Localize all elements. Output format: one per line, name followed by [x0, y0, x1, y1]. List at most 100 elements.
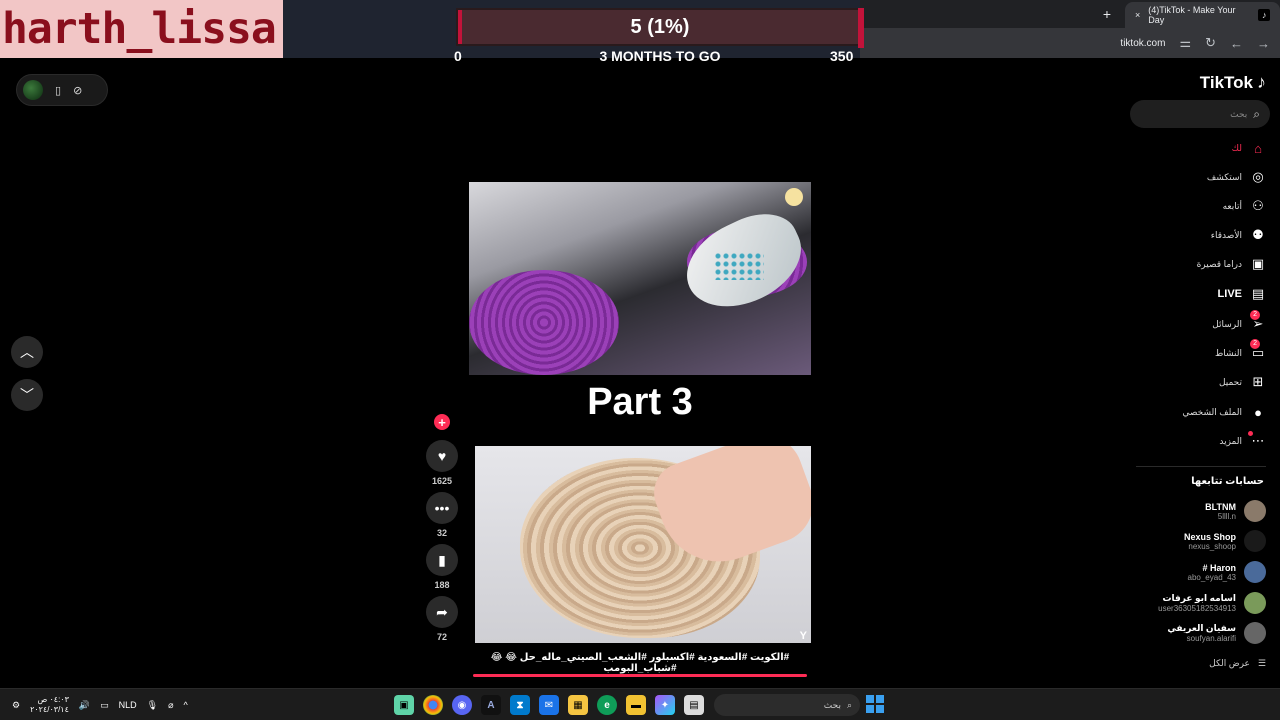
address-bar[interactable]: tiktok.com ⚌ ↻ ← →: [860, 28, 1280, 58]
edge-icon[interactable]: e: [597, 695, 617, 715]
clock[interactable]: ٠٤:٠٣ ص ٢٠٢٤/٠٣/١٤: [30, 695, 69, 715]
nav-label: الملف الشخصي: [1182, 406, 1242, 417]
avatar: [1244, 592, 1266, 614]
account-item[interactable]: Haron # abo_eyad_43: [1188, 561, 1266, 583]
browser-tab-tiktok[interactable]: × (4)TikTok - Make Your Day ♪: [1125, 2, 1280, 28]
mobile-icon[interactable]: ▯: [55, 84, 61, 97]
url-text[interactable]: tiktok.com: [1120, 38, 1165, 49]
copilot-icon[interactable]: ✦: [655, 695, 675, 715]
folder-icon[interactable]: ▬: [626, 695, 646, 715]
clock-time: ٠٤:٠٣ ص: [37, 695, 69, 704]
follow-button[interactable]: +: [434, 414, 450, 430]
comment-icon: •••: [434, 500, 450, 516]
mail-icon[interactable]: ✉: [539, 695, 559, 715]
app-icon-1[interactable]: ▣: [394, 695, 414, 715]
save-button[interactable]: ▮: [426, 544, 458, 576]
more-icon: ⋯: [1248, 431, 1266, 449]
nav-more[interactable]: ⋯ المزيد: [1219, 431, 1266, 451]
close-tab-icon[interactable]: ×: [1135, 10, 1140, 20]
account-item[interactable]: BLTNM 5llll.n: [1205, 500, 1266, 522]
like-action: ♥ 1625: [426, 440, 458, 486]
video-caption[interactable]: #الكويت #السعودية #اكسبلور #الشعب_الصيني…: [469, 652, 811, 674]
settings-gear-icon[interactable]: ⚙: [12, 700, 20, 711]
discord-icon[interactable]: ◉: [452, 695, 472, 715]
doily-image: [469, 270, 619, 375]
nav-label: المزيد: [1219, 435, 1242, 446]
chevron-up-tray-icon[interactable]: ^: [184, 700, 188, 710]
activity-badge: 2: [1250, 339, 1260, 349]
search-input[interactable]: ⌕ بحث: [1130, 100, 1270, 128]
vscode-icon[interactable]: ⧗: [510, 695, 530, 715]
screen: + × (4)TikTok - Make Your Day ♪ tiktok.c…: [0, 0, 1280, 720]
share-button[interactable]: ➦: [426, 596, 458, 628]
brand-name: TikTok: [1199, 72, 1253, 92]
windows-start-icon[interactable]: [866, 695, 884, 713]
language-indicator[interactable]: NLD: [119, 700, 137, 710]
save-action: ▮ 188: [426, 544, 458, 590]
avatar: [1244, 500, 1266, 522]
comment-button[interactable]: •••: [426, 492, 458, 524]
chrome-icon[interactable]: [423, 695, 443, 715]
store-icon[interactable]: ▦: [568, 695, 588, 715]
nav-for-you[interactable]: ⌂ لك: [1232, 138, 1266, 158]
previous-video-button[interactable]: ︿: [11, 336, 43, 368]
volume-icon[interactable]: 🔊: [79, 700, 90, 711]
account-item[interactable]: سفيان العريفي soufyan.alarifi: [1167, 622, 1266, 644]
drama-icon: ▣: [1251, 256, 1265, 271]
nav-label: LIVE: [1217, 288, 1242, 300]
nav-drama[interactable]: ▣ دراما قصيرة: [1197, 254, 1266, 274]
goal-max: 350: [830, 48, 854, 64]
video-progress-bar[interactable]: [473, 674, 807, 677]
eye-off-icon[interactable]: ⌀: [168, 700, 173, 711]
nav-activity[interactable]: ▭ 2 النشاط: [1215, 339, 1266, 363]
account-handle: soufyan.alarifi: [1186, 634, 1236, 643]
clock-date: ٢٠٢٤/٠٣/١٤: [30, 705, 69, 714]
compass-icon: ◎: [1252, 169, 1264, 184]
nav-profile[interactable]: ● الملف الشخصي: [1182, 402, 1266, 422]
microphone-icon[interactable]: 🎙: [147, 700, 158, 711]
goal-min: 0: [454, 48, 462, 64]
account-name: اسامه ابو عرفات: [1162, 593, 1236, 603]
taskbar-search-input[interactable]: بحث ⌕: [714, 694, 860, 716]
account-name: Haron #: [1202, 562, 1236, 573]
account-handle: nexus_shoop: [1188, 541, 1236, 551]
search-icon[interactable]: ⌕: [1253, 107, 1260, 122]
nav-friends[interactable]: ⚉ الأصدقاء: [1211, 225, 1266, 245]
see-all-button[interactable]: ☰ عرض الكل: [1209, 658, 1266, 669]
notepad-icon[interactable]: ▤: [684, 695, 704, 715]
globe-avatar-icon[interactable]: [23, 80, 43, 100]
compass-small-icon[interactable]: ⊘: [73, 84, 82, 97]
nav-label: أتابعه: [1222, 200, 1242, 211]
profile-avatar-icon: ●: [1254, 404, 1262, 420]
windows-taskbar: ⚙ ٠٤:٠٣ ص ٢٠٢٤/٠٣/١٤ 🔊 ▭ NLD 🎙 ⌀ ^ ▣ ◉ A…: [0, 688, 1280, 720]
nav-live[interactable]: ▤ LIVE: [1218, 284, 1266, 304]
affinity-icon[interactable]: A: [481, 695, 501, 715]
nav-explore[interactable]: ◎ استكشف: [1207, 167, 1266, 187]
video-frame-bottom: [475, 446, 811, 643]
share-action: ➦ 72: [426, 596, 458, 642]
back-icon[interactable]: ←: [1230, 36, 1243, 51]
activity-icon: ▭ 2: [1250, 339, 1265, 360]
reload-icon[interactable]: ↻: [1205, 35, 1216, 51]
new-tab-button[interactable]: +: [1095, 6, 1119, 22]
share-count: 72: [436, 632, 447, 642]
comment-action: ••• 32: [426, 492, 458, 538]
nav-messages[interactable]: ➢ 2 الرسائل: [1212, 310, 1266, 334]
comment-count: 32: [436, 528, 447, 538]
channel-logo-icon: [785, 188, 803, 206]
site-settings-icon[interactable]: ⚌: [1179, 35, 1191, 51]
forward-icon[interactable]: →: [1257, 36, 1270, 51]
nav-following[interactable]: ⚇ أتابعه: [1223, 196, 1266, 216]
next-video-button[interactable]: ﹀: [11, 379, 43, 411]
nav-upload[interactable]: ⊞ تحميل: [1219, 372, 1266, 392]
video-player[interactable]: Part 3 Y #الكويت #السعودية #اكسبلور #الش…: [469, 182, 811, 677]
like-count: 1625: [431, 476, 453, 486]
chevron-down-icon: ﹀: [20, 387, 34, 403]
network-icon[interactable]: ▭: [100, 700, 109, 711]
tiktok-logo[interactable]: ♪ TikTok: [1200, 72, 1266, 93]
like-button[interactable]: ♥: [426, 440, 458, 472]
search-placeholder: بحث: [1230, 108, 1248, 119]
notification-dot: [1248, 431, 1253, 436]
account-item[interactable]: اسامه ابو عرفات user36305182534913: [1158, 592, 1266, 614]
account-item[interactable]: Nexus Shop nexus_shoop: [1184, 530, 1266, 552]
